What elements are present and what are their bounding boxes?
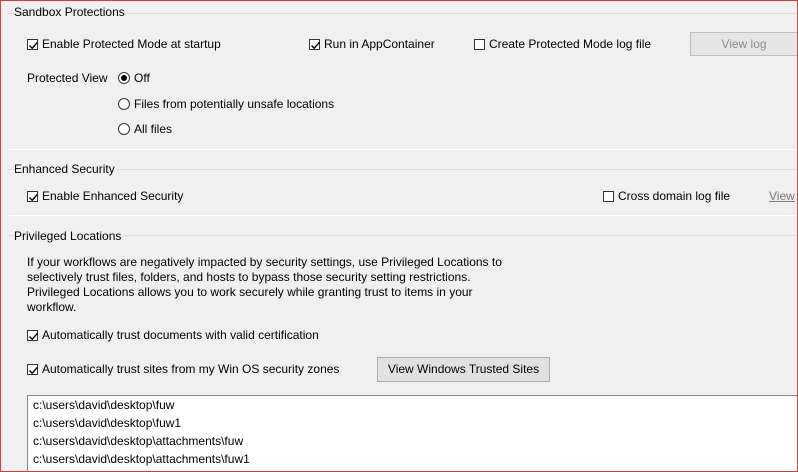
group-divider (8, 149, 797, 150)
enable-enhanced-security-checkbox[interactable]: Enable Enhanced Security (27, 189, 183, 203)
privileged-locations-list[interactable]: c:\users\david\desktop\fuw c:\users\davi… (27, 395, 797, 471)
protected-view-all-label: All files (134, 122, 173, 136)
list-item[interactable]: c:\users\david\desktop\fuw1 (28, 414, 797, 432)
privileged-description: If your workflows are negatively impacte… (27, 255, 517, 315)
security-enhanced-panel: Sandbox Protections Enable Protected Mod… (0, 0, 798, 472)
trust-win-zones-checkbox[interactable]: Automatically trust sites from my Win OS… (27, 362, 339, 376)
cross-domain-log-checkbox[interactable]: Cross domain log file (603, 189, 730, 203)
group-divider (8, 169, 797, 170)
trust-win-zones-label: Automatically trust sites from my Win OS… (42, 362, 340, 376)
radio-unselected-icon (118, 98, 130, 110)
radio-selected-icon (118, 72, 130, 84)
cross-domain-log-label: Cross domain log file (618, 189, 731, 203)
radio-unselected-icon (118, 123, 130, 135)
group-divider (8, 215, 797, 216)
list-item[interactable]: c:\users\david\desktop\fuw (28, 396, 797, 414)
list-item[interactable]: c:\users\david\desktop\attachments\fuw1 (28, 450, 797, 468)
sandbox-group-title: Sandbox Protections (14, 5, 127, 19)
description-line: workflow. (27, 300, 77, 314)
checkbox-checked-icon (27, 363, 39, 375)
checkbox-checked-icon (27, 38, 39, 50)
checkbox-checked-icon (309, 38, 321, 50)
run-in-appcontainer-label: Run in AppContainer (324, 37, 435, 51)
create-log-checkbox[interactable]: Create Protected Mode log file (474, 37, 651, 51)
protected-view-unsafe-radio[interactable]: Files from potentially unsafe locations (118, 97, 334, 111)
protected-view-unsafe-label: Files from potentially unsafe locations (134, 97, 335, 111)
view-windows-trusted-sites-button[interactable]: View Windows Trusted Sites (377, 357, 550, 382)
group-divider (8, 235, 797, 236)
trust-certified-label: Automatically trust documents with valid… (42, 328, 319, 342)
enhanced-group-title: Enhanced Security (14, 162, 117, 176)
list-item[interactable]: c:\users\david\desktop\attachments\fuw (28, 432, 797, 450)
enable-protected-mode-label: Enable Protected Mode at startup (42, 37, 221, 51)
view-cross-domain-log-link[interactable]: View (769, 189, 795, 203)
trust-certified-checkbox[interactable]: Automatically trust documents with valid… (27, 328, 319, 342)
enable-enhanced-security-label: Enable Enhanced Security (42, 189, 184, 203)
protected-view-off-radio[interactable]: Off (118, 71, 150, 85)
protected-view-label: Protected View (27, 71, 108, 85)
protected-view-all-radio[interactable]: All files (118, 122, 172, 136)
protected-view-off-label: Off (134, 71, 150, 85)
checkbox-checked-icon (27, 329, 39, 341)
description-line: Privileged Locations allows you to work … (27, 285, 473, 299)
checkbox-checked-icon (27, 190, 39, 202)
create-log-label: Create Protected Mode log file (489, 37, 652, 51)
view-log-button[interactable]: View log (690, 32, 797, 56)
description-line: selectively trust files, folders, and ho… (27, 270, 471, 284)
checkbox-unchecked-icon (474, 38, 485, 50)
checkbox-unchecked-icon (603, 190, 614, 202)
description-line: If your workflows are negatively impacte… (27, 255, 502, 269)
privileged-group-title: Privileged Locations (14, 229, 124, 243)
run-in-appcontainer-checkbox[interactable]: Run in AppContainer (309, 37, 435, 51)
enable-protected-mode-checkbox[interactable]: Enable Protected Mode at startup (27, 37, 221, 51)
